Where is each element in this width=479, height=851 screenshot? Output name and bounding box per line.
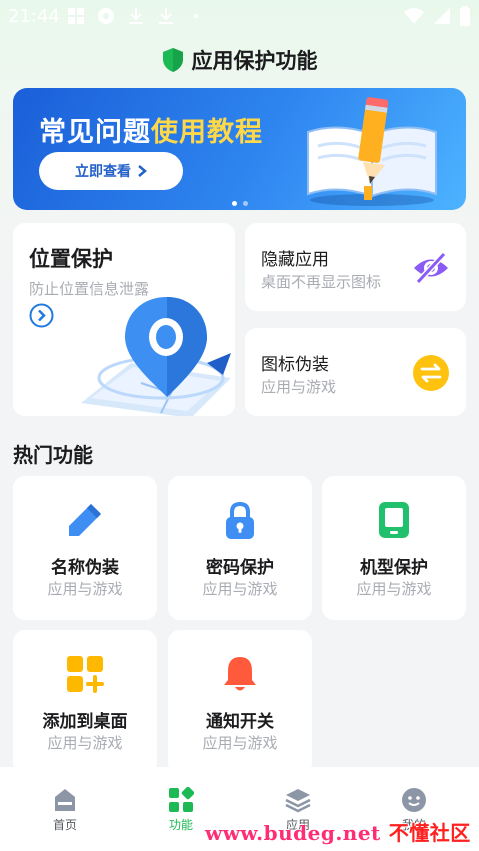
banner-pager-dots (13, 201, 466, 206)
wifi-icon (404, 8, 424, 24)
name-disguise-card[interactable]: 名称伪装 应用与游戏 (13, 476, 157, 620)
banner-title-part1: 常见问题 (39, 117, 151, 148)
swap-icon (413, 355, 449, 391)
download-notification-icon (129, 8, 143, 24)
eye-off-icon (414, 251, 448, 285)
status-notification-icons (66, 6, 206, 26)
smiley-icon (402, 788, 426, 812)
hide-app-title: 隐藏应用 (261, 250, 329, 270)
location-protection-title: 位置保护 (29, 247, 113, 271)
icon-disguise-title: 图标伪装 (261, 355, 329, 375)
map-pin-illustration (81, 297, 231, 416)
arrow-circle-icon[interactable] (29, 303, 54, 328)
status-bar: 21:44 (0, 0, 479, 32)
pencil-icon (69, 504, 101, 536)
signal-icon (434, 8, 450, 24)
hide-app-card[interactable]: 隐藏应用 桌面不再显示图标 (245, 223, 466, 311)
icon-disguise-card[interactable]: 图标伪装 应用与游戏 (245, 328, 466, 416)
banner-title: 常见问题使用教程 (39, 110, 263, 149)
hide-app-subtitle: 桌面不再显示图标 (261, 273, 382, 291)
sync-notification-icon (98, 8, 114, 24)
page-header: 应用保护功能 (0, 42, 479, 78)
view-now-button[interactable]: 立即查看 (39, 152, 183, 190)
page-title: 应用保护功能 (191, 49, 318, 73)
book-pencil-illustration (307, 97, 437, 206)
shield-icon (162, 48, 183, 72)
site-watermark: www.budeg.net 不懂社区 (205, 817, 471, 846)
watermark-text: 不懂社区 (388, 821, 471, 845)
download-notification-icon-2 (159, 8, 173, 24)
device-model-protection-title: 机型保护 (360, 558, 428, 578)
password-protection-card[interactable]: 密码保护 应用与游戏 (168, 476, 312, 620)
status-time: 21:44 (8, 6, 60, 27)
status-system-icons (403, 6, 471, 26)
hot-features-heading: 热门功能 (13, 443, 93, 467)
name-disguise-title: 名称伪装 (51, 558, 119, 578)
add-to-desktop-subtitle: 应用与游戏 (47, 734, 123, 752)
device-model-protection-subtitle: 应用与游戏 (356, 580, 432, 598)
bell-icon (224, 657, 256, 691)
device-model-protection-card[interactable]: 机型保护 应用与游戏 (322, 476, 466, 620)
battery-icon (460, 6, 470, 26)
name-disguise-subtitle: 应用与游戏 (47, 580, 123, 598)
tutorial-banner[interactable]: 常见问题使用教程 立即查看 (13, 88, 466, 210)
apps-icon (169, 787, 194, 812)
notification-switch-title: 通知开关 (206, 712, 274, 732)
nav-home[interactable]: 首页 (25, 787, 105, 833)
password-protection-subtitle: 应用与游戏 (202, 580, 278, 598)
view-now-label: 立即查看 (75, 164, 131, 180)
home-icon (55, 789, 75, 811)
tablet-icon (379, 502, 409, 538)
dot-notification-icon (194, 14, 198, 18)
nav-home-label: 首页 (52, 818, 77, 832)
grid-notification-icon (68, 8, 84, 24)
notification-switch-subtitle: 应用与游戏 (202, 734, 278, 752)
notification-switch-card[interactable]: 通知开关 应用与游戏 (168, 630, 312, 774)
watermark-url: www.budeg.net (205, 821, 381, 845)
add-grid-icon (67, 656, 104, 693)
add-to-desktop-card[interactable]: 添加到桌面 应用与游戏 (13, 630, 157, 774)
lock-icon (226, 501, 254, 539)
add-to-desktop-title: 添加到桌面 (42, 712, 128, 732)
location-protection-card[interactable]: 位置保护 防止位置信息泄露 (13, 223, 235, 416)
icon-disguise-subtitle: 应用与游戏 (261, 378, 337, 396)
password-protection-title: 密码保护 (206, 558, 274, 578)
layers-icon (285, 789, 311, 813)
banner-title-part2: 使用教程 (151, 117, 263, 148)
chevron-right-icon (138, 165, 147, 177)
